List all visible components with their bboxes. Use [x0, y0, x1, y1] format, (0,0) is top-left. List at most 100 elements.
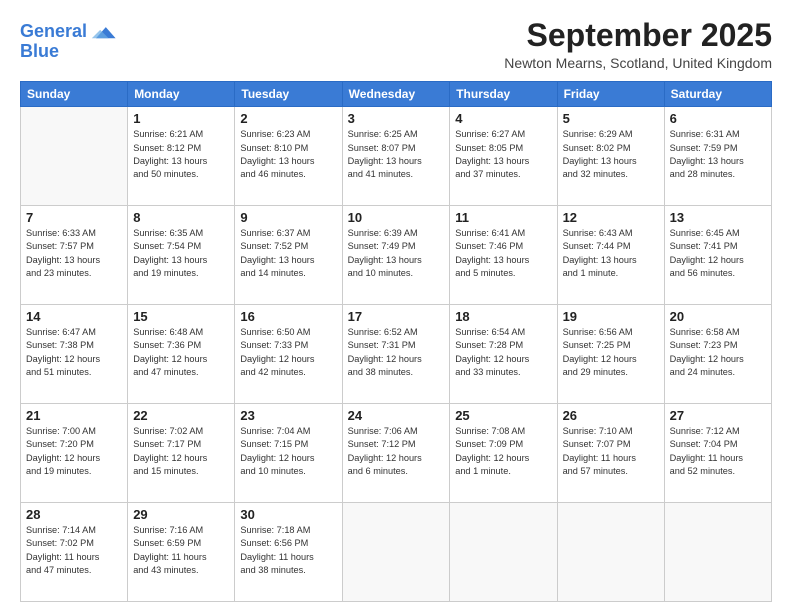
calendar-cell: 27 Sunrise: 7:12 AM Sunset: 7:04 PM Dayli… [664, 404, 771, 503]
calendar-cell [664, 503, 771, 602]
day-info: Sunrise: 6:29 AM Sunset: 8:02 PM Dayligh… [563, 128, 659, 181]
calendar-cell: 20 Sunrise: 6:58 AM Sunset: 7:23 PM Dayli… [664, 305, 771, 404]
day-info: Sunrise: 6:25 AM Sunset: 8:07 PM Dayligh… [348, 128, 445, 181]
day-number: 1 [133, 111, 229, 126]
day-info: Sunrise: 6:21 AM Sunset: 8:12 PM Dayligh… [133, 128, 229, 181]
subtitle: Newton Mearns, Scotland, United Kingdom [504, 55, 772, 71]
day-info: Sunrise: 6:31 AM Sunset: 7:59 PM Dayligh… [670, 128, 766, 181]
calendar-cell: 16 Sunrise: 6:50 AM Sunset: 7:33 PM Dayli… [235, 305, 342, 404]
month-title: September 2025 [504, 18, 772, 53]
weekday-header-row: SundayMondayTuesdayWednesdayThursdayFrid… [21, 82, 772, 107]
day-number: 16 [240, 309, 336, 324]
day-number: 2 [240, 111, 336, 126]
calendar-cell: 8 Sunrise: 6:35 AM Sunset: 7:54 PM Daylig… [128, 206, 235, 305]
calendar-cell: 13Sunrise: 6:45 AM Sunset: 7:41 PM Dayli… [664, 206, 771, 305]
day-info: Sunrise: 6:27 AM Sunset: 8:05 PM Dayligh… [455, 128, 551, 181]
calendar-cell: 14 Sunrise: 6:47 AM Sunset: 7:38 PM Dayli… [21, 305, 128, 404]
calendar-cell: 15 Sunrise: 6:48 AM Sunset: 7:36 PM Dayli… [128, 305, 235, 404]
calendar-cell: 3Sunrise: 6:25 AM Sunset: 8:07 PM Daylig… [342, 107, 450, 206]
day-info: Sunrise: 7:06 AM Sunset: 7:12 PM Dayligh… [348, 425, 445, 478]
logo: General Blue [20, 18, 117, 62]
day-number: 30 [240, 507, 336, 522]
day-number: 7 [26, 210, 122, 225]
weekday-header: Saturday [664, 82, 771, 107]
calendar-cell: 5 Sunrise: 6:29 AM Sunset: 8:02 PM Daylig… [557, 107, 664, 206]
day-info: Sunrise: 6:56 AM Sunset: 7:25 PM Dayligh… [563, 326, 659, 379]
calendar-cell: 19Sunrise: 6:56 AM Sunset: 7:25 PM Dayli… [557, 305, 664, 404]
calendar-cell: 30 Sunrise: 7:18 AM Sunset: 6:56 PM Dayli… [235, 503, 342, 602]
day-number: 11 [455, 210, 551, 225]
day-number: 4 [455, 111, 551, 126]
calendar-cell: 29Sunrise: 7:16 AM Sunset: 6:59 PM Dayli… [128, 503, 235, 602]
weekday-header: Sunday [21, 82, 128, 107]
day-number: 23 [240, 408, 336, 423]
day-info: Sunrise: 7:08 AM Sunset: 7:09 PM Dayligh… [455, 425, 551, 478]
logo-text: General [20, 22, 87, 42]
weekday-header: Wednesday [342, 82, 450, 107]
logo-icon [89, 18, 117, 46]
day-info: Sunrise: 7:14 AM Sunset: 7:02 PM Dayligh… [26, 524, 122, 577]
day-number: 24 [348, 408, 445, 423]
day-number: 17 [348, 309, 445, 324]
day-number: 8 [133, 210, 229, 225]
day-info: Sunrise: 7:16 AM Sunset: 6:59 PM Dayligh… [133, 524, 229, 577]
day-info: Sunrise: 6:33 AM Sunset: 7:57 PM Dayligh… [26, 227, 122, 280]
calendar-cell: 17Sunrise: 6:52 AM Sunset: 7:31 PM Dayli… [342, 305, 450, 404]
day-number: 25 [455, 408, 551, 423]
weekday-header: Friday [557, 82, 664, 107]
weekday-header: Thursday [450, 82, 557, 107]
calendar-cell: 21Sunrise: 7:00 AM Sunset: 7:20 PM Dayli… [21, 404, 128, 503]
day-info: Sunrise: 6:47 AM Sunset: 7:38 PM Dayligh… [26, 326, 122, 379]
day-info: Sunrise: 6:41 AM Sunset: 7:46 PM Dayligh… [455, 227, 551, 280]
calendar-week-row: 14 Sunrise: 6:47 AM Sunset: 7:38 PM Dayli… [21, 305, 772, 404]
day-info: Sunrise: 6:48 AM Sunset: 7:36 PM Dayligh… [133, 326, 229, 379]
day-number: 12 [563, 210, 659, 225]
day-info: Sunrise: 6:58 AM Sunset: 7:23 PM Dayligh… [670, 326, 766, 379]
day-number: 13 [670, 210, 766, 225]
day-number: 28 [26, 507, 122, 522]
day-info: Sunrise: 6:50 AM Sunset: 7:33 PM Dayligh… [240, 326, 336, 379]
day-info: Sunrise: 6:35 AM Sunset: 7:54 PM Dayligh… [133, 227, 229, 280]
calendar-week-row: 7 Sunrise: 6:33 AM Sunset: 7:57 PM Daylig… [21, 206, 772, 305]
day-number: 15 [133, 309, 229, 324]
weekday-header: Monday [128, 82, 235, 107]
calendar-cell [450, 503, 557, 602]
day-number: 26 [563, 408, 659, 423]
day-number: 20 [670, 309, 766, 324]
calendar-cell: 25 Sunrise: 7:08 AM Sunset: 7:09 PM Dayli… [450, 404, 557, 503]
weekday-header: Tuesday [235, 82, 342, 107]
day-info: Sunrise: 6:39 AM Sunset: 7:49 PM Dayligh… [348, 227, 445, 280]
calendar-cell: 9 Sunrise: 6:37 AM Sunset: 7:52 PM Daylig… [235, 206, 342, 305]
day-number: 6 [670, 111, 766, 126]
day-info: Sunrise: 7:18 AM Sunset: 6:56 PM Dayligh… [240, 524, 336, 577]
calendar-cell [342, 503, 450, 602]
calendar-cell: 11 Sunrise: 6:41 AM Sunset: 7:46 PM Dayli… [450, 206, 557, 305]
calendar-week-row: 28 Sunrise: 7:14 AM Sunset: 7:02 PM Dayli… [21, 503, 772, 602]
day-number: 27 [670, 408, 766, 423]
day-number: 18 [455, 309, 551, 324]
calendar-week-row: 1 Sunrise: 6:21 AM Sunset: 8:12 PM Daylig… [21, 107, 772, 206]
day-info: Sunrise: 6:23 AM Sunset: 8:10 PM Dayligh… [240, 128, 336, 181]
calendar-cell: 28 Sunrise: 7:14 AM Sunset: 7:02 PM Dayli… [21, 503, 128, 602]
calendar-cell: 2 Sunrise: 6:23 AM Sunset: 8:10 PM Daylig… [235, 107, 342, 206]
day-number: 9 [240, 210, 336, 225]
day-info: Sunrise: 7:02 AM Sunset: 7:17 PM Dayligh… [133, 425, 229, 478]
calendar-cell [21, 107, 128, 206]
calendar-week-row: 21Sunrise: 7:00 AM Sunset: 7:20 PM Dayli… [21, 404, 772, 503]
title-block: September 2025 Newton Mearns, Scotland, … [504, 18, 772, 71]
calendar-cell [557, 503, 664, 602]
day-info: Sunrise: 7:00 AM Sunset: 7:20 PM Dayligh… [26, 425, 122, 478]
header: General Blue September 2025 Newton Mearn… [20, 18, 772, 71]
day-number: 14 [26, 309, 122, 324]
day-info: Sunrise: 7:12 AM Sunset: 7:04 PM Dayligh… [670, 425, 766, 478]
day-number: 5 [563, 111, 659, 126]
calendar-cell: 18 Sunrise: 6:54 AM Sunset: 7:28 PM Dayli… [450, 305, 557, 404]
day-info: Sunrise: 6:37 AM Sunset: 7:52 PM Dayligh… [240, 227, 336, 280]
day-info: Sunrise: 6:54 AM Sunset: 7:28 PM Dayligh… [455, 326, 551, 379]
day-info: Sunrise: 7:10 AM Sunset: 7:07 PM Dayligh… [563, 425, 659, 478]
calendar-cell: 7 Sunrise: 6:33 AM Sunset: 7:57 PM Daylig… [21, 206, 128, 305]
calendar-cell: 26 Sunrise: 7:10 AM Sunset: 7:07 PM Dayli… [557, 404, 664, 503]
calendar-cell: 22Sunrise: 7:02 AM Sunset: 7:17 PM Dayli… [128, 404, 235, 503]
calendar-cell: 10Sunrise: 6:39 AM Sunset: 7:49 PM Dayli… [342, 206, 450, 305]
day-info: Sunrise: 6:43 AM Sunset: 7:44 PM Dayligh… [563, 227, 659, 280]
